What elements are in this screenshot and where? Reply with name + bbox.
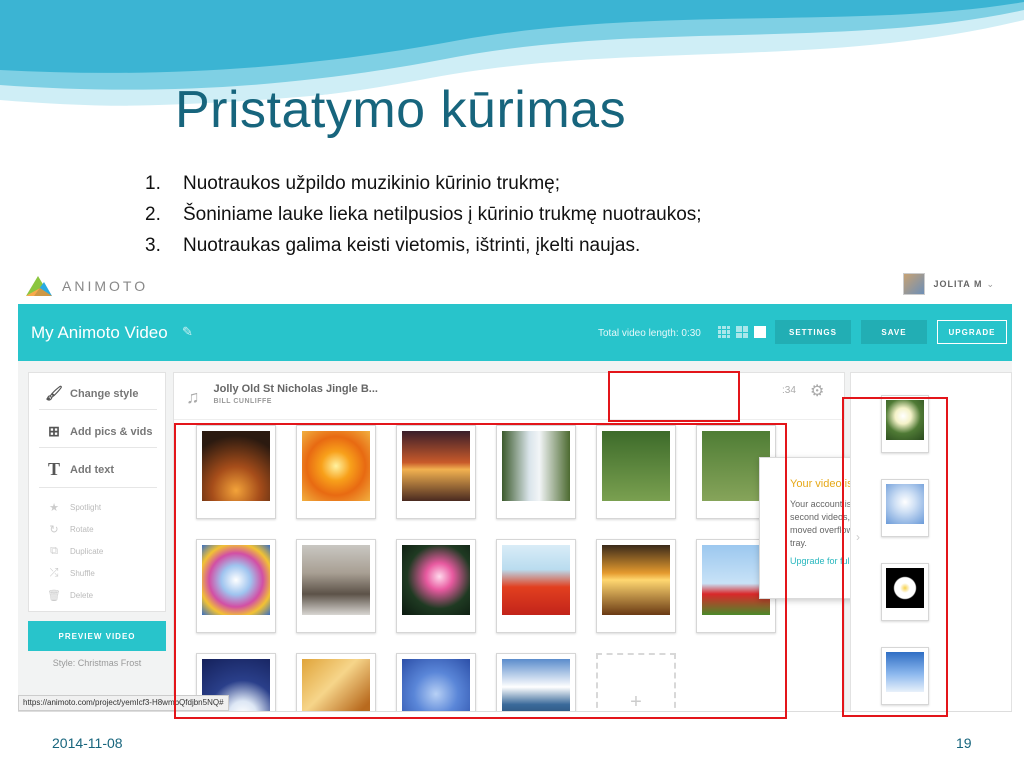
grid-medium-icon[interactable]	[736, 326, 748, 338]
edit-sidebar: 🖌 Change style ⊞ Add pics & vids T Add text…	[28, 372, 166, 612]
divider	[39, 409, 157, 410]
view-toggle	[718, 326, 766, 338]
chevron-down-icon: ⌄	[986, 278, 994, 289]
top-bar: ANIMOTO JOLITA M ⌄	[18, 268, 1012, 304]
song-selector[interactable]: ♫ Jolly Old St Nicholas Jingle B... BILL…	[186, 383, 378, 408]
user-name: JOLITA M	[933, 279, 983, 289]
total-video-length: Total video length: 0:30	[598, 328, 701, 339]
music-note-icon: ♫	[186, 387, 200, 407]
slide-date: 2014-11-08	[52, 735, 123, 751]
duplicate-button[interactable]: ⧉ Duplicate	[45, 545, 103, 558]
grid-small-icon[interactable]	[718, 326, 730, 338]
slide-page-number: 19	[956, 735, 972, 751]
slide-title: Pristatymo kūrimas	[175, 81, 627, 139]
song-title: Jolly Old St Nicholas Jingle B...	[213, 383, 378, 395]
add-text-button[interactable]: T Add text	[45, 459, 114, 480]
preview-video-button[interactable]: PREVIEW VIDEO	[28, 621, 166, 651]
divider	[174, 419, 846, 420]
trash-icon: 🗑	[47, 590, 61, 602]
delete-button[interactable]: 🗑 Delete	[45, 589, 93, 602]
change-style-button[interactable]: 🖌 Change style	[45, 385, 138, 402]
logo-text: ANIMOTO	[62, 278, 149, 294]
song-time: :34	[782, 385, 796, 396]
bullet-list: 1. Nuotraukos užpildo muzikinio kūrinio t…	[145, 168, 702, 261]
upgrade-button[interactable]: UPGRADE	[937, 320, 1007, 344]
gear-icon[interactable]: ⚙	[810, 381, 824, 401]
highlight-storyboard	[174, 423, 787, 719]
animoto-logo[interactable]: ANIMOTO	[24, 274, 148, 298]
text-icon: T	[47, 459, 60, 479]
settings-button[interactable]: SETTINGS	[775, 320, 851, 344]
avatar	[903, 273, 926, 295]
spotlight-button[interactable]: ★ Spotlight	[45, 501, 101, 514]
style-note: Style: Christmas Frost	[52, 658, 142, 668]
grid-large-icon[interactable]	[754, 326, 766, 338]
logo-icon	[26, 276, 52, 296]
highlight-tray	[842, 397, 948, 717]
star-icon: ★	[49, 502, 59, 514]
video-title[interactable]: My Animoto Video	[31, 323, 168, 343]
save-button[interactable]: SAVE	[861, 320, 927, 344]
duplicate-icon: ⧉	[50, 545, 58, 557]
add-photo-icon: ⊞	[48, 423, 60, 439]
brush-icon: 🖌	[45, 385, 63, 401]
divider	[39, 487, 157, 488]
highlight-popup	[608, 371, 740, 422]
rotate-button[interactable]: ↻ Rotate	[45, 523, 93, 536]
app-header: My Animoto Video ✎ Total video length: 0…	[18, 304, 1012, 361]
pencil-icon[interactable]: ✎	[182, 324, 193, 340]
list-item: 2. Šoniniame lauke lieka netilpusios į kū…	[145, 204, 702, 225]
shuffle-button[interactable]: ⤮ Shuffle	[45, 567, 95, 580]
rotate-icon: ↻	[49, 524, 59, 536]
user-menu[interactable]: JOLITA M ⌄	[903, 273, 994, 295]
shuffle-icon: ⤮	[49, 567, 59, 579]
list-item: 3. Nuotraukas galima keisti vietomis, išt…	[145, 235, 641, 256]
add-pics-button[interactable]: ⊞ Add pics & vids	[45, 423, 152, 440]
divider	[39, 447, 157, 448]
list-item: 1. Nuotraukos užpildo muzikinio kūrinio t…	[145, 173, 560, 194]
song-artist: BILL CUNLIFFE	[213, 398, 272, 405]
